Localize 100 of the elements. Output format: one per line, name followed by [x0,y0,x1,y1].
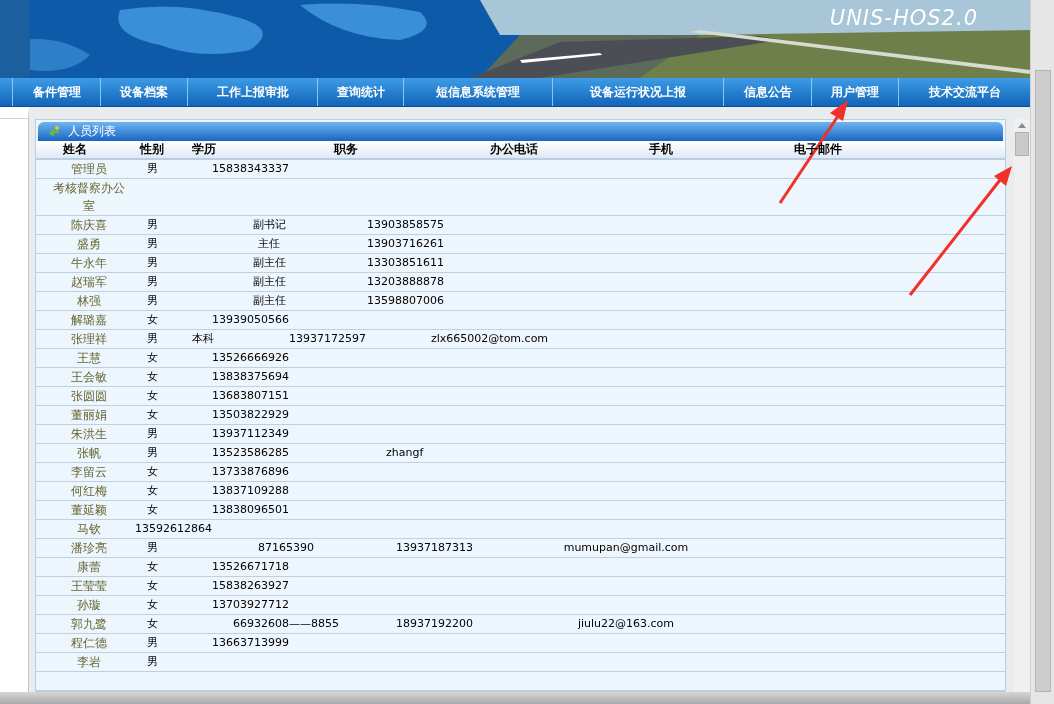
table-cell-text: 13937112349 [212,426,290,442]
table-cell-text: 女 [145,388,159,404]
scrollbar-thumb[interactable] [1035,70,1051,692]
column-header: 性别 [140,140,165,158]
table-cell-text: 张圆圆 [70,388,108,405]
table-cell-text: 13303851611 [367,255,445,271]
table-cell-text: 男 [145,274,159,290]
table-cell-text: zlx665002@tom.com [431,331,550,347]
table-cell-text: 13703927712 [212,597,290,613]
table-cell-text: 康蕾 [76,559,102,576]
table-cell-text: 马钦 [76,521,102,538]
table-cell-text: 男 [145,255,159,271]
table-cell-text: 陈庆喜 [70,217,108,234]
table-cell-text: 13526666926 [212,350,290,366]
table-cell-text: 副主任 [251,293,287,309]
table-cell-text: 13903716261 [367,236,445,252]
column-header: 职务 [334,140,359,158]
table-cell-text: 男 [145,540,159,556]
up-arrow-icon [1018,123,1026,128]
scrollbar[interactable] [0,692,1030,704]
table-cell-text: 13598807006 [367,293,445,309]
table-cell-text: 王莹莹 [70,578,108,595]
table-cell-text: 考核督察办公室 [52,180,126,215]
table-cell-text: 13939050566 [212,312,290,328]
table-cell-text: 本科 [192,331,215,347]
table-cell-text: 男 [145,635,159,651]
table-cell-text: 13733876896 [212,464,290,480]
table-cell-text: 男 [145,217,159,233]
panel-title: 人员列表 [68,122,116,140]
logo: UNIS-HOS2.0 [829,5,978,31]
column-header: 学历 [192,140,217,158]
table-cell-text: 18937192200 [396,616,474,632]
table-cell-text: 副主任 [251,274,287,290]
scrollbar-thumb[interactable] [1015,132,1029,156]
table-cell-text: 何红梅 [70,483,108,500]
table-cell-text: 13937187313 [396,540,474,556]
nav-item[interactable]: 设备档案 [101,78,188,106]
nav-item[interactable]: 短信息系统管理 [404,78,553,106]
table-cell-text: 15838263927 [212,578,290,594]
table-cell-text: 赵瑞军 [70,274,108,291]
table-cell-text: 13838096501 [212,502,290,518]
table-cell-text: 13937172597 [289,331,367,347]
table-cell-text: 13903858575 [367,217,445,233]
table-cell-text: 李岩 [76,654,102,671]
scrollbar[interactable] [1030,0,1054,704]
table-cell-text: 男 [145,654,159,670]
table-cell-text: 女 [145,312,159,328]
table-cell-text: 13523586285 [212,445,290,461]
table-cell-text: 女 [145,559,159,575]
table-cell-text: 女 [145,578,159,594]
table-cell-text: 女 [145,407,159,423]
table-cell-text: 董丽娟 [70,407,108,424]
table-cell-text: 13592612864 [135,521,213,537]
nav-item[interactable]: 设备运行状况上报 [553,78,724,106]
table-cell-text: 程仁德 [70,635,108,652]
table-cell-text: 女 [145,369,159,385]
column-header: 姓名 [63,140,88,158]
table-cell-text: mumupan@gmail.com [562,540,690,556]
table-cell-text: 女 [145,597,159,613]
nav-item[interactable]: 查询统计 [318,78,404,106]
table-cell-text: 牛永年 [70,255,108,272]
table-cell-text: 13838375694 [212,369,290,385]
table-cell-text: 男 [145,293,159,309]
table-cell-text: 87165390 [257,540,315,556]
table-cell-text: 孙璇 [76,597,102,614]
table-cell-text: 男 [145,161,159,177]
table-cell-text: 男 [145,445,159,461]
table-cell-text: 66932608——8855 [232,616,340,632]
table-cell-text: 盛勇 [76,236,102,253]
table-cell-text: 女 [145,483,159,499]
table-cell-text: 朱洪生 [70,426,108,443]
table-cell-text: 13526671718 [212,559,290,575]
nav-item[interactable]: 技术交流平台 [899,78,1030,106]
table-cell-text: 男 [145,236,159,252]
table-cell-text: 张理祥 [70,331,108,348]
table-cell-text: 13663713999 [212,635,290,651]
table-cell-text: 13683807151 [212,388,290,404]
table-cell-text: 13503822929 [212,407,290,423]
table-cell-text: 林强 [76,293,102,310]
table-cell-text: 男 [145,426,159,442]
column-header: 办公电话 [490,140,539,158]
table-cell-text: 郭九鹭 [70,616,108,633]
table-cell-text: 主任 [257,236,281,252]
table-cell-text: 董延颖 [70,502,108,519]
nav-item[interactable]: 工作上报审批 [188,78,318,106]
scrollbar[interactable] [1014,119,1030,692]
nav-item[interactable]: 备件管理 [13,78,101,106]
table-cell-text: 解璐嘉 [70,312,108,329]
table-cell-text: 13203888878 [367,274,445,290]
table-cell-text: jiulu22@163.com [576,616,676,632]
table-cell-text: 女 [145,464,159,480]
table-cell-text: 男 [145,331,159,347]
table-cell-text: 13837109288 [212,483,290,499]
table-cell-text: 15838343337 [212,161,290,177]
table-cell-text: 女 [145,502,159,518]
table-cell-text: zhangf [386,445,425,461]
arrow-icon [48,125,60,138]
table-cell-text: 副书记 [251,217,287,233]
nav-item[interactable]: 信息公告 [724,78,812,106]
table-cell-text: 王慧 [76,350,102,367]
